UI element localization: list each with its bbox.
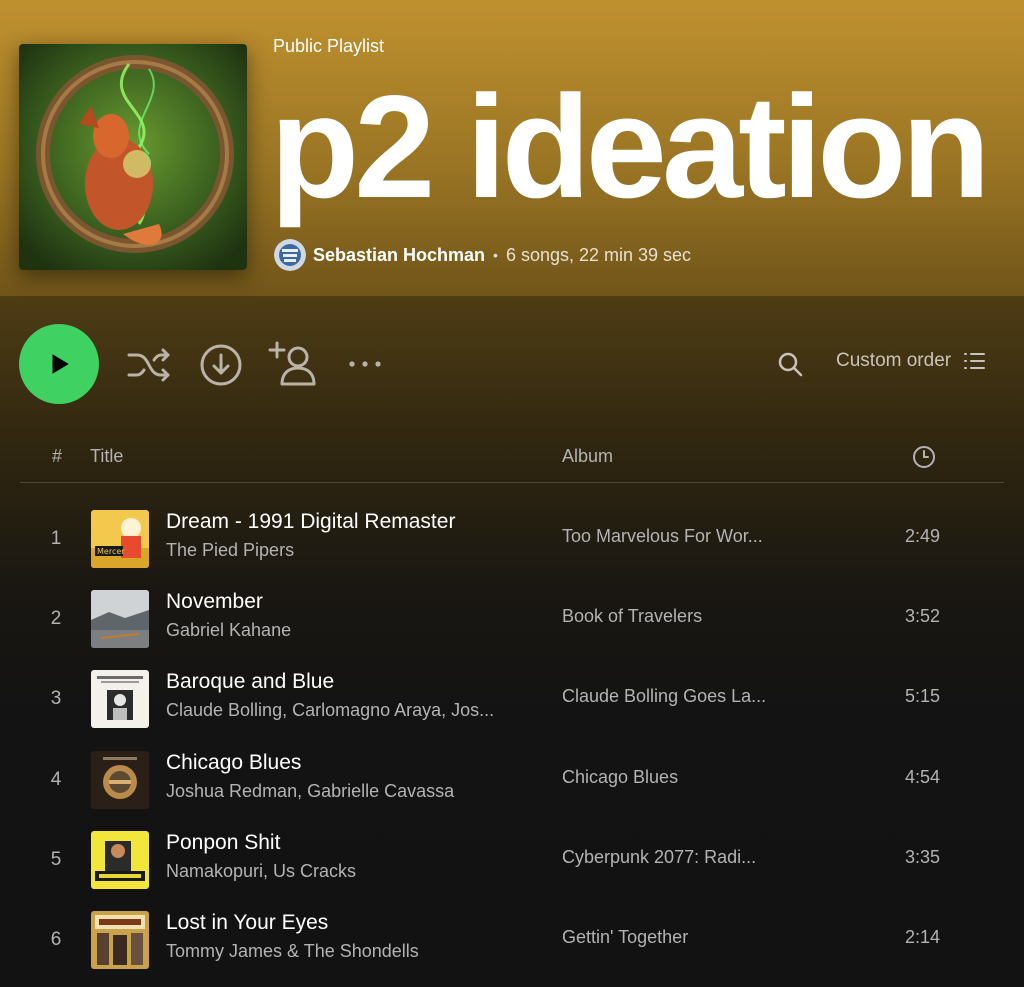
track-title[interactable]: Chicago Blues [166, 751, 301, 775]
track-title[interactable]: Ponpon Shit [166, 831, 280, 855]
track-duration: 2:49 [904, 526, 940, 546]
track-artist[interactable]: Tommy James & The Shondells [166, 941, 419, 962]
track-album-art: Mercer [91, 510, 149, 568]
track-artist[interactable]: Namakopuri, Us Cracks [166, 861, 356, 882]
track-number: 5 [50, 849, 62, 870]
track-album-art [91, 831, 149, 889]
track-row[interactable]: 5 Ponpon Shit Namakopuri, Us Cracks Cybe… [20, 825, 1004, 895]
playlist-cover[interactable] [19, 44, 247, 270]
track-artist[interactable]: Claude Bolling, Carlomagno Araya, Jos... [166, 700, 494, 721]
track-duration: 3:52 [904, 606, 940, 626]
play-button[interactable] [19, 324, 99, 404]
track-album-art [91, 911, 149, 969]
track-album[interactable]: Chicago Blues [562, 767, 678, 788]
search-in-playlist-button[interactable] [772, 346, 808, 382]
column-number: # [52, 446, 63, 466]
track-album-art [91, 590, 149, 648]
track-number: 4 [50, 769, 62, 790]
shuffle-button[interactable] [124, 340, 174, 390]
track-title[interactable]: Baroque and Blue [166, 670, 334, 694]
track-row[interactable]: 6 Lost in Your Eyes Tommy James & The Sh… [20, 905, 1004, 975]
track-title[interactable]: Dream - 1991 Digital Remaster [166, 510, 455, 534]
track-number: 6 [50, 929, 62, 950]
more-options-button[interactable] [340, 344, 390, 384]
shuffle-icon [127, 348, 170, 382]
add-user-icon [268, 341, 316, 386]
track-album[interactable]: Book of Travelers [562, 606, 702, 627]
track-album[interactable]: Cyberpunk 2077: Radi... [562, 847, 756, 868]
track-title[interactable]: Lost in Your Eyes [166, 911, 328, 935]
sort-order-button[interactable]: Custom order [836, 350, 986, 372]
play-icon [52, 354, 69, 374]
playlist-meta: Sebastian Hochman • 6 songs, 22 min 39 s… [274, 239, 691, 271]
track-album[interactable]: Too Marvelous For Wor... [562, 526, 763, 547]
more-icon [349, 361, 381, 367]
column-album[interactable]: Album [562, 446, 613, 467]
owner-avatar[interactable] [274, 239, 306, 271]
playlist-stats: 6 songs, 22 min 39 sec [505, 244, 692, 265]
playlist-type-label: Public Playlist [273, 36, 385, 56]
track-number: 1 [50, 528, 62, 549]
column-duration[interactable] [912, 445, 936, 474]
track-duration: 3:35 [904, 847, 940, 867]
track-artist[interactable]: Gabriel Kahane [166, 620, 291, 641]
track-number: 3 [50, 688, 62, 709]
track-album-art [91, 751, 149, 809]
playlist-title: p2 ideation [270, 65, 991, 228]
track-title[interactable]: November [166, 590, 263, 614]
track-artist[interactable]: The Pied Pipers [166, 540, 294, 561]
search-icon [778, 352, 803, 377]
track-album-art [91, 670, 149, 728]
track-number: 2 [50, 608, 62, 629]
track-row[interactable]: 4 Chicago Blues Joshua Redman, Gabrielle… [20, 745, 1004, 815]
track-table-header: # Title Album [20, 440, 1004, 483]
track-album[interactable]: Gettin' Together [562, 927, 688, 948]
track-artist[interactable]: Joshua Redman, Gabrielle Cavassa [166, 781, 454, 802]
column-title[interactable]: Title [90, 446, 123, 467]
track-duration: 2:14 [904, 927, 940, 947]
meta-separator: • [493, 247, 498, 263]
list-icon [964, 353, 986, 369]
track-duration: 4:54 [904, 767, 940, 787]
invite-collaborator-button[interactable] [266, 336, 322, 392]
svg-text:Mercer: Mercer [97, 547, 125, 556]
sort-order-label: Custom order [836, 350, 952, 371]
download-icon [200, 344, 242, 386]
track-row[interactable]: 1 Mercer Dream - 1991 Digital Remaster T… [20, 504, 1004, 574]
owner-name[interactable]: Sebastian Hochman [313, 245, 485, 266]
clock-icon [913, 446, 935, 468]
download-button[interactable] [196, 340, 246, 390]
track-duration: 5:15 [904, 686, 940, 706]
track-row[interactable]: 3 Baroque and Blue Claude Bolling, Carlo… [20, 664, 1004, 734]
track-album[interactable]: Claude Bolling Goes La... [562, 686, 766, 707]
track-row[interactable]: 2 November Gabriel Kahane Book of Travel… [20, 584, 1004, 654]
